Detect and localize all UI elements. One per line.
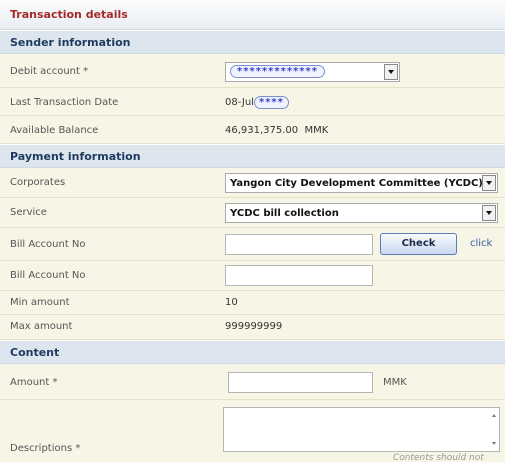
content-section-header: Content (0, 340, 505, 364)
max-amount-value: 999999999 (225, 321, 283, 332)
click-link[interactable]: click (470, 238, 492, 249)
max-amount-row: Max amount 999999999 (0, 315, 505, 340)
bill-account-row-1: Bill Account No Check click (0, 228, 505, 261)
transaction-form: Transaction details Sender information D… (0, 0, 505, 463)
debit-account-select[interactable]: ************* (225, 62, 400, 82)
amount-currency: MMK (383, 377, 407, 388)
last-transaction-value: 08-Jul **** (225, 96, 289, 109)
payment-section-title: Payment information (10, 150, 141, 163)
chevron-down-icon[interactable] (482, 205, 496, 221)
sender-section-title: Sender information (10, 36, 131, 49)
bill-account-input-2[interactable] (225, 265, 373, 286)
corporates-label: Corporates (10, 177, 66, 188)
bill-account-row-2: Bill Account No (0, 261, 505, 291)
corporates-row: Corporates Yangon City Development Commi… (0, 168, 505, 198)
page-title: Transaction details (10, 8, 128, 21)
title-bar: Transaction details (0, 0, 505, 30)
service-label: Service (10, 207, 47, 218)
available-balance-row: Available Balance 46,931,375.00 MMK (0, 116, 505, 144)
service-value: YCDC bill collection (230, 208, 339, 219)
available-balance-amount: 46,931,375.00 (225, 125, 299, 136)
sender-section-header: Sender information (0, 30, 505, 54)
chevron-down-icon[interactable] (384, 64, 398, 80)
amount-input[interactable] (228, 372, 373, 393)
min-amount-label: Min amount (10, 297, 70, 308)
descriptions-textarea[interactable] (223, 407, 500, 452)
min-amount-row: Min amount 10 (0, 291, 505, 315)
service-select[interactable]: YCDC bill collection (225, 203, 498, 223)
bill-account-label-2: Bill Account No (10, 270, 86, 281)
check-button[interactable]: Check (380, 233, 457, 255)
bill-account-label-1: Bill Account No (10, 239, 86, 250)
service-row: Service YCDC bill collection (0, 198, 505, 228)
last-transaction-date: 08-Jul (225, 97, 254, 108)
scroll-down-icon[interactable] (492, 442, 496, 445)
descriptions-row: Descriptions * Contents should not (0, 400, 505, 463)
debit-account-value: ************* (230, 65, 325, 78)
min-amount-value: 10 (225, 297, 238, 308)
last-transaction-label: Last Transaction Date (10, 97, 119, 108)
amount-row: Amount * MMK (0, 364, 505, 400)
content-section-title: Content (10, 346, 60, 359)
available-balance-label: Available Balance (10, 125, 99, 136)
corporates-value: Yangon City Development Committee (YCDC) (230, 178, 483, 189)
max-amount-label: Max amount (10, 321, 73, 332)
bill-account-input-1[interactable] (225, 234, 373, 255)
chevron-down-icon[interactable] (482, 175, 496, 191)
debit-account-label: Debit account * (10, 66, 89, 77)
amount-label: Amount * (10, 377, 58, 388)
available-balance-currency: MMK (304, 125, 329, 136)
payment-section-header: Payment information (0, 144, 505, 168)
scroll-up-icon[interactable] (492, 414, 496, 417)
last-transaction-row: Last Transaction Date 08-Jul **** (0, 88, 505, 116)
available-balance-value: 46,931,375.00 MMK (225, 125, 328, 136)
corporates-select[interactable]: Yangon City Development Committee (YCDC) (225, 173, 498, 193)
descriptions-label: Descriptions * (10, 443, 81, 454)
last-transaction-masked: **** (253, 96, 289, 109)
debit-account-row: Debit account * ************* (0, 54, 505, 88)
